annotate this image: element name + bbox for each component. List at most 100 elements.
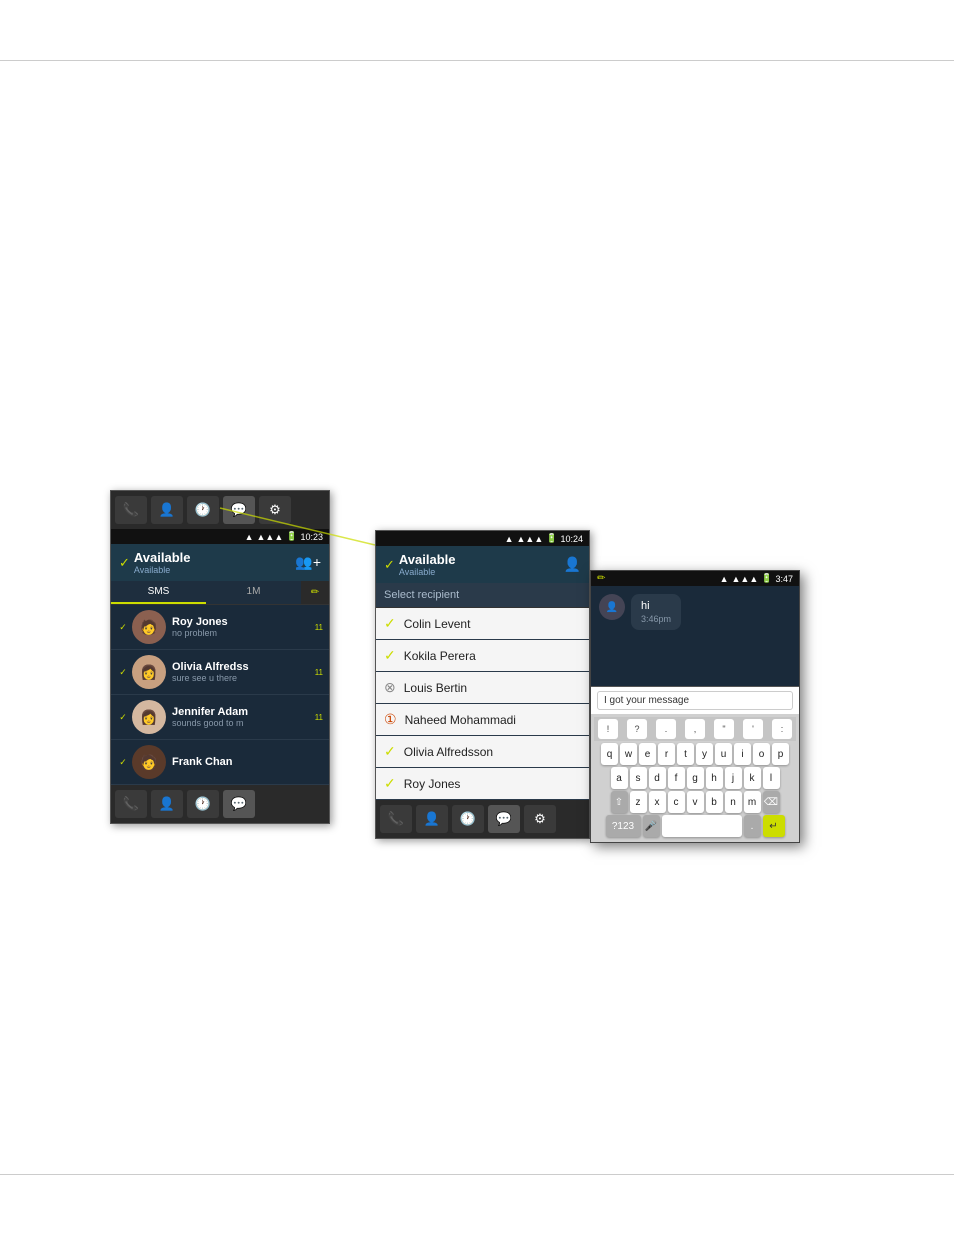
bottom-divider [0, 1174, 954, 1175]
key-v[interactable]: v [687, 791, 704, 813]
key-h[interactable]: h [706, 767, 723, 789]
screen2-wifi-icon: ▲ [505, 534, 514, 544]
key-backspace[interactable]: ⌫ [763, 791, 780, 813]
status-colin-icon: ✓ [384, 615, 396, 632]
key-numbers[interactable]: ?123 [606, 815, 641, 837]
settings-icon[interactable]: ⚙ [259, 496, 291, 524]
key-b[interactable]: b [706, 791, 723, 813]
key-j[interactable]: j [725, 767, 742, 789]
battery-icon: 🔋 [286, 531, 297, 542]
screen2-battery-icon: 🔋 [546, 533, 557, 544]
key-colon[interactable]: : [772, 719, 792, 739]
contact-item-frank[interactable]: ✓ 🧑 Frank Chan [111, 740, 329, 785]
key-x[interactable]: x [649, 791, 666, 813]
recipient-roy[interactable]: ✓ Roy Jones [376, 768, 589, 800]
key-m[interactable]: m [744, 791, 761, 813]
key-excl[interactable]: ! [598, 719, 618, 739]
key-a[interactable]: a [611, 767, 628, 789]
chat-icon[interactable]: 💬 [223, 496, 255, 524]
key-y[interactable]: y [696, 743, 713, 765]
key-z[interactable]: z [630, 791, 647, 813]
screen3-statusbar: ✏ ▲ ▲▲▲ 🔋 3:47 [591, 571, 799, 586]
avatar-frank: 🧑 [132, 745, 166, 779]
key-period-sp[interactable]: . [656, 719, 676, 739]
contact-name-roy: Roy Jones [172, 616, 311, 628]
screen1-bottom-toolbar: 📞 👤 🕐 💬 [111, 785, 329, 823]
contacts-icon[interactable]: 👤 [151, 496, 183, 524]
key-p[interactable]: p [772, 743, 789, 765]
status-icon-olivia: ✓ [117, 666, 129, 678]
bottom-history-icon[interactable]: 🕐 [187, 790, 219, 818]
chat-area: 👤 hi 3:46pm [591, 586, 799, 686]
key-comma[interactable]: , [685, 719, 705, 739]
wifi-icon: ▲ [245, 532, 254, 542]
key-o[interactable]: o [753, 743, 770, 765]
keyboard-bottom-row: ?123 🎤 . ↵ [594, 815, 796, 837]
top-divider [0, 60, 954, 61]
key-d[interactable]: d [649, 767, 666, 789]
screen2-settings-icon[interactable]: ⚙ [524, 805, 556, 833]
status-naheed-icon: ① [384, 711, 397, 728]
tab-sms[interactable]: SMS [111, 581, 206, 604]
message-input[interactable] [597, 691, 793, 710]
key-c[interactable]: c [668, 791, 685, 813]
screen2-add-icon[interactable]: 👤 [564, 556, 581, 573]
bottom-chat-icon[interactable]: 💬 [223, 790, 255, 818]
add-contact-icon[interactable]: 👥+ [295, 554, 321, 571]
key-apos[interactable]: ' [743, 719, 763, 739]
screen2-time: 10:24 [560, 534, 583, 544]
bottom-contacts-icon[interactable]: 👤 [151, 790, 183, 818]
contact-time-olivia: 11 [315, 668, 323, 677]
screen2-chat-icon[interactable]: 💬 [488, 805, 520, 833]
screen1-substatus: Available [134, 565, 191, 575]
key-t[interactable]: t [677, 743, 694, 765]
screen2-history-icon[interactable]: 🕐 [452, 805, 484, 833]
key-r[interactable]: r [658, 743, 675, 765]
contact-item-olivia[interactable]: ✓ 👩 Olivia Alfredss sure see u there 11 [111, 650, 329, 695]
recipient-naheed[interactable]: ① Naheed Mohammadi [376, 704, 589, 736]
key-s[interactable]: s [630, 767, 647, 789]
bottom-phone-icon[interactable]: 📞 [115, 790, 147, 818]
recipient-olivia[interactable]: ✓ Olivia Alfredsson [376, 736, 589, 768]
key-k[interactable]: k [744, 767, 761, 789]
contact-item-jennifer[interactable]: ✓ 👩 Jennifer Adam sounds good to m 11 [111, 695, 329, 740]
key-w[interactable]: w [620, 743, 637, 765]
screen2-phone-icon[interactable]: 📞 [380, 805, 412, 833]
key-mic[interactable]: 🎤 [643, 815, 660, 837]
status-roy-icon: ✓ [384, 775, 396, 792]
key-f[interactable]: f [668, 767, 685, 789]
key-enter[interactable]: ↵ [763, 815, 785, 837]
key-e[interactable]: e [639, 743, 656, 765]
screen2-status: Available [399, 552, 456, 567]
status-icon-roy: ✓ [117, 621, 129, 633]
compose-icon[interactable]: ✏ [311, 587, 319, 598]
recipient-name-kokila: Kokila Perera [404, 649, 476, 663]
screen2-contacts-icon[interactable]: 👤 [416, 805, 448, 833]
history-icon[interactable]: 🕐 [187, 496, 219, 524]
key-i[interactable]: i [734, 743, 751, 765]
screen3-time: 3:47 [775, 574, 793, 584]
key-n[interactable]: n [725, 791, 742, 813]
phone-icon[interactable]: 📞 [115, 496, 147, 524]
recipient-colin[interactable]: ✓ Colin Levent [376, 608, 589, 640]
keyboard-special-row: ! ? . , " ' : [594, 717, 796, 741]
key-quest[interactable]: ? [627, 719, 647, 739]
select-recipient-label: Select recipient [376, 583, 589, 608]
screen2-statusbar: ▲ ▲▲▲ 🔋 10:24 [376, 531, 589, 546]
contact-item-roy[interactable]: ✓ 🧑 Roy Jones no problem 11 [111, 605, 329, 650]
key-space[interactable] [662, 815, 742, 837]
contact-name-frank: Frank Chan [172, 756, 319, 768]
recipient-kokila[interactable]: ✓ Kokila Perera [376, 640, 589, 672]
recipient-louis[interactable]: ⊗ Louis Bertin [376, 672, 589, 704]
tab-1m[interactable]: 1M [206, 581, 301, 604]
key-shift[interactable]: ⇧ [611, 791, 628, 813]
message-input-bar [591, 686, 799, 714]
key-g[interactable]: g [687, 767, 704, 789]
key-period-bottom[interactable]: . [744, 815, 761, 837]
screen1-contacts: 📞 👤 🕐 💬 ⚙ ▲ ▲▲▲ 🔋 10:23 ✓ Available Avai… [110, 490, 330, 824]
key-q[interactable]: q [601, 743, 618, 765]
keyboard-row1: q w e r t y u i o p [594, 743, 796, 765]
key-l[interactable]: l [763, 767, 780, 789]
key-quote[interactable]: " [714, 719, 734, 739]
key-u[interactable]: u [715, 743, 732, 765]
